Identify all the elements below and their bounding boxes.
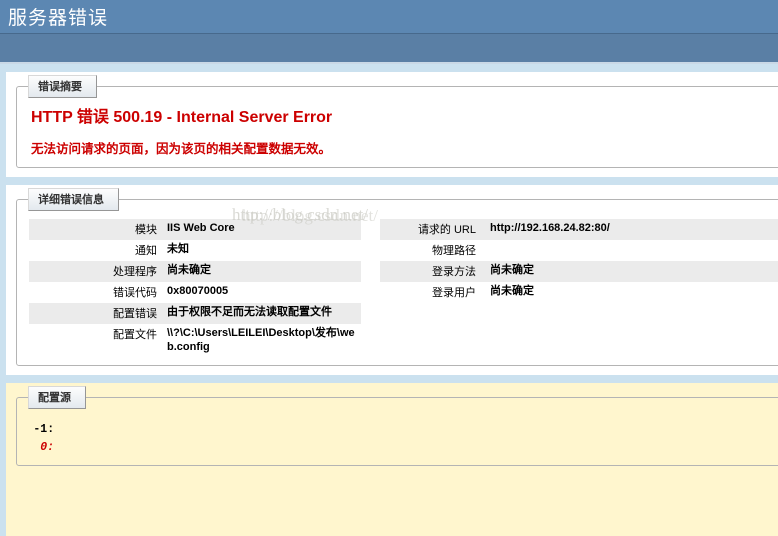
field-value: 尚未确定 bbox=[490, 285, 534, 297]
field-value: \\?\C:\Users\LEILEI\Desktop\发布\web.confi… bbox=[167, 327, 355, 353]
details-left-table: 模块 IIS Web Core 通知 未知 处理程序 尚未确定 错误代码 0x80070005… bbox=[29, 219, 361, 357]
error-summary-legend: 错误摘要 bbox=[28, 75, 97, 98]
field-value: 尚未确定 bbox=[490, 264, 534, 276]
content-area: 错误摘要 HTTP 错误 500.19 - Internal Server Er… bbox=[6, 72, 778, 536]
error-details-fieldset: 详细错误信息 模块 IIS Web Core 通知 未知 处理程序 尚未确定 错误代码 0x8… bbox=[16, 188, 778, 366]
field-label: 处理程序 bbox=[113, 266, 157, 278]
error-summary-container: 错误摘要 HTTP 错误 500.19 - Internal Server Er… bbox=[6, 72, 778, 177]
table-row: 物理路径 bbox=[380, 240, 778, 261]
page-header: 服务器错误 bbox=[0, 0, 778, 33]
field-value: 0x80070005 bbox=[167, 285, 229, 297]
field-label: 模块 bbox=[135, 224, 157, 236]
error-description: 无法访问请求的页面，因为该页的相关配置数据无效。 bbox=[31, 142, 332, 156]
line-number: 0: bbox=[40, 441, 61, 454]
table-row: 配置文件 \\?\C:\Users\LEILEI\Desktop\发布\web.c… bbox=[29, 324, 361, 357]
field-label: 通知 bbox=[135, 245, 157, 257]
config-line-highlighted: 0: bbox=[29, 439, 778, 457]
table-row: 登录方法 尚未确定 bbox=[380, 261, 778, 282]
table-row: 模块 IIS Web Core bbox=[29, 219, 361, 240]
line-number: -1: bbox=[33, 423, 61, 436]
config-source-container: 配置源 -1: 0: bbox=[6, 383, 778, 536]
table-row: 通知 未知 bbox=[29, 240, 361, 261]
error-details-container: 详细错误信息 模块 IIS Web Core 通知 未知 处理程序 尚未确定 错误代码 0x8… bbox=[6, 185, 778, 375]
field-label: 物理路径 bbox=[432, 245, 476, 257]
table-row: 错误代码 0x80070005 bbox=[29, 282, 361, 303]
config-source-fieldset: 配置源 -1: 0: bbox=[16, 386, 778, 466]
field-label: 请求的 URL bbox=[417, 224, 476, 236]
field-value: IIS Web Core bbox=[167, 222, 235, 234]
config-source-code: -1: 0: bbox=[29, 421, 778, 457]
field-value: 尚未确定 bbox=[167, 264, 211, 276]
field-label: 配置文件 bbox=[113, 329, 157, 341]
details-right-table: 请求的 URL http://192.168.24.82:80/物理路径 登录方法尚… bbox=[380, 219, 778, 303]
page-title: 服务器错误 bbox=[8, 8, 109, 29]
field-value: 由于权限不足而无法读取配置文件 bbox=[167, 306, 332, 318]
field-label: 错误代码 bbox=[113, 287, 157, 299]
field-value: 未知 bbox=[167, 243, 189, 255]
table-row: 登录用户 尚未确定 bbox=[380, 282, 778, 303]
details-tables: 模块 IIS Web Core 通知 未知 处理程序 尚未确定 错误代码 0x80070005… bbox=[29, 219, 778, 357]
table-row: 请求的 URL http://192.168.24.82:80/ bbox=[380, 219, 778, 240]
error-title: HTTP 错误 500.19 - Internal Server Error bbox=[31, 109, 333, 126]
config-line: -1: bbox=[29, 421, 778, 439]
table-row: 处理程序 尚未确定 bbox=[29, 261, 361, 282]
error-details-legend: 详细错误信息 bbox=[28, 188, 119, 211]
config-source-legend: 配置源 bbox=[28, 386, 86, 409]
field-label: 配置错误 bbox=[113, 308, 157, 320]
field-value: http://192.168.24.82:80/ bbox=[490, 222, 610, 234]
field-label: 登录方法 bbox=[432, 266, 476, 278]
error-summary-fieldset: 错误摘要 HTTP 错误 500.19 - Internal Server Er… bbox=[16, 75, 778, 168]
field-label: 登录用户 bbox=[432, 287, 476, 299]
server-version-bar bbox=[0, 33, 778, 64]
table-row: 配置错误 由于权限不足而无法读取配置文件 bbox=[29, 303, 361, 324]
